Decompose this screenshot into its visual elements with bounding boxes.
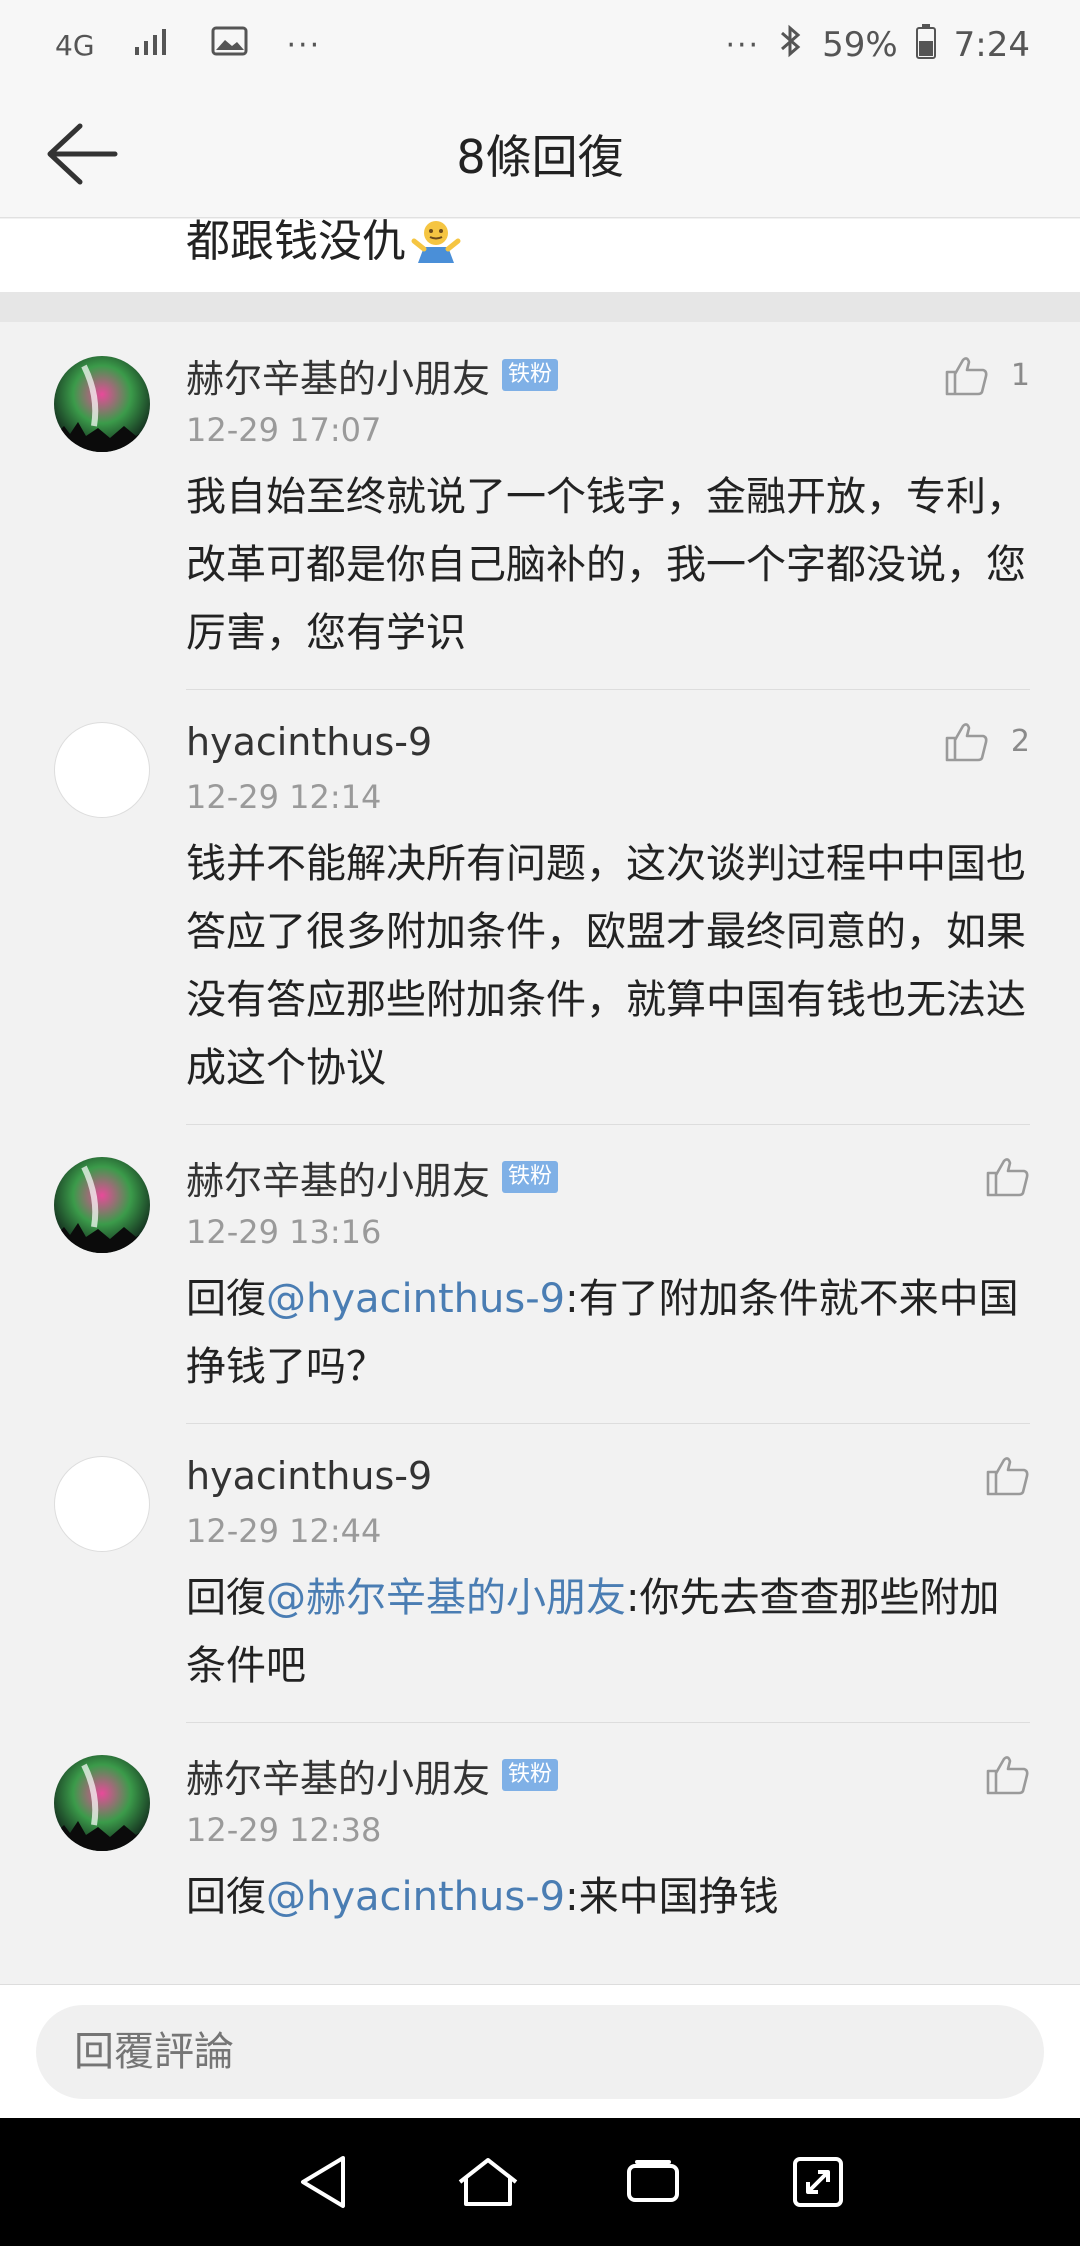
nav-recents-button[interactable] xyxy=(613,2142,693,2222)
timestamp: 12-29 13:16 xyxy=(186,1213,382,1251)
reply-body: 钱并不能解决所有问题，这次谈判过程中中国也答应了很多附加条件，欧盟才最终同意的，… xyxy=(186,841,1026,1091)
home-icon xyxy=(458,2158,517,2206)
reply-body: 我自始至终就说了一个钱字，金融开放，专利，改革可都是你自己脑补的，我一个字都没说… xyxy=(186,474,1026,656)
battery-icon xyxy=(915,23,936,68)
username[interactable]: hyacinthus-9 xyxy=(186,720,432,764)
shrug-emoji-icon xyxy=(410,219,462,269)
avatar[interactable] xyxy=(54,1755,150,1851)
like-button[interactable]: 1 xyxy=(943,352,1030,398)
timestamp: 12-29 12:14 xyxy=(186,778,382,816)
signal-icon xyxy=(133,25,173,66)
reply-item: 赫尔辛基的小朋友 铁粉 12-29 13:16 回復@hyacinthus-9:… xyxy=(0,1125,1080,1424)
avatar[interactable] xyxy=(54,1456,150,1552)
reply-item: 赫尔辛基的小朋友 铁粉 12-29 12:38 回復@hyacinthus-9:… xyxy=(0,1723,1080,1953)
thumbs-up-icon xyxy=(986,1756,1029,1795)
status-bar: 4G ··· ··· 59% 7:24 xyxy=(0,0,1080,90)
timestamp: 12-29 12:38 xyxy=(186,1811,382,1849)
reply-text: 回復@hyacinthus-9:有了附加条件就不来中国挣钱了吗？ xyxy=(186,1265,1030,1401)
username[interactable]: 赫尔辛基的小朋友 xyxy=(186,1748,490,1803)
mention-link[interactable]: @hyacinthus-9 xyxy=(266,1276,565,1322)
username[interactable]: 赫尔辛基的小朋友 xyxy=(186,1150,490,1205)
reply-body: :来中国挣钱 xyxy=(565,1874,779,1920)
status-dots-right: ··· xyxy=(725,27,761,63)
thumbs-up-icon xyxy=(945,723,988,762)
reply-prefix: 回復 xyxy=(186,1874,266,1920)
header: 8條回復 xyxy=(0,90,1080,218)
page-title: 8條回復 xyxy=(456,129,624,184)
like-button[interactable] xyxy=(984,1751,1030,1797)
avatar[interactable] xyxy=(54,1157,150,1253)
status-right: ··· 59% 7:24 xyxy=(725,23,1030,68)
like-count: 1 xyxy=(1010,357,1030,393)
reply-input[interactable] xyxy=(36,2005,1044,2099)
reply-item: hyacinthus-9 12-29 12:44 回復@赫尔辛基的小朋友:你先去… xyxy=(0,1424,1080,1723)
fan-badge: 铁粉 xyxy=(502,359,559,391)
like-button[interactable] xyxy=(984,1153,1030,1199)
thumbs-up-icon xyxy=(986,1158,1029,1197)
aurora-avatar-icon xyxy=(54,356,150,452)
like-button[interactable]: 2 xyxy=(943,718,1030,764)
like-count: 2 xyxy=(1010,723,1030,759)
reply-text: 回復@hyacinthus-9:来中国挣钱 xyxy=(186,1863,1030,1931)
aurora-avatar-icon xyxy=(54,1755,150,1851)
reply-list: 赫尔辛基的小朋友 铁粉 1 12-29 17:07 我自始至终就说了一个钱字，金… xyxy=(0,322,1080,1953)
thumbs-up-icon xyxy=(945,357,988,396)
timestamp: 12-29 12:44 xyxy=(186,1512,382,1550)
thumbs-up-icon xyxy=(986,1457,1029,1496)
root-comment-tail: 都跟钱没仇 xyxy=(0,219,1080,292)
reply-prefix: 回復 xyxy=(186,1276,266,1322)
avatar[interactable] xyxy=(54,722,150,818)
nav-back-button[interactable] xyxy=(283,2142,363,2222)
reply-item: hyacinthus-9 2 12-29 12:14 钱并不能解决所有问题，这次… xyxy=(0,690,1080,1125)
nav-home-button[interactable] xyxy=(448,2142,528,2222)
nav-expand-button[interactable] xyxy=(778,2142,858,2222)
status-dots-left: ··· xyxy=(286,27,322,63)
recents-icon xyxy=(626,2160,679,2202)
app-screen: 4G ··· ··· 59% 7:24 8條回復 都跟钱没仇 赫尔辛基的小朋友 … xyxy=(0,0,1080,2246)
reply-bar xyxy=(0,1984,1080,2118)
avatar[interactable] xyxy=(54,356,150,452)
system-nav-bar xyxy=(0,2118,1080,2246)
like-button[interactable] xyxy=(984,1452,1030,1498)
mention-link[interactable]: @hyacinthus-9 xyxy=(266,1874,565,1920)
image-icon xyxy=(211,25,249,66)
aurora-avatar-icon xyxy=(54,1157,150,1253)
clock: 7:24 xyxy=(953,25,1030,65)
mention-link[interactable]: @赫尔辛基的小朋友 xyxy=(266,1575,626,1621)
comment-thread[interactable]: 都跟钱没仇 赫尔辛基的小朋友 铁粉 1 12-29 17:07 我自始至终就说了… xyxy=(0,219,1080,1984)
reply-prefix: 回復 xyxy=(186,1575,266,1621)
reply-item: 赫尔辛基的小朋友 铁粉 1 12-29 17:07 我自始至终就说了一个钱字，金… xyxy=(0,322,1080,690)
root-comment-text: 都跟钱没仇 xyxy=(186,219,406,267)
battery-percent: 59% xyxy=(822,25,898,65)
expand-icon xyxy=(792,2157,843,2207)
back-arrow-icon xyxy=(47,123,118,185)
reply-text: 钱并不能解决所有问题，这次谈判过程中中国也答应了很多附加条件，欧盟才最终同意的，… xyxy=(186,830,1030,1102)
timestamp: 12-29 17:07 xyxy=(186,411,382,449)
reply-text: 我自始至终就说了一个钱字，金融开放，专利，改革可都是你自己脑补的，我一个字都没说… xyxy=(186,463,1030,667)
section-divider xyxy=(0,292,1080,322)
fan-badge: 铁粉 xyxy=(502,1161,559,1193)
bluetooth-icon xyxy=(778,23,804,68)
back-button[interactable] xyxy=(40,118,120,190)
username[interactable]: hyacinthus-9 xyxy=(186,1454,432,1498)
status-left: 4G ··· xyxy=(55,25,321,66)
reply-text: 回復@赫尔辛基的小朋友:你先去查查那些附加条件吧 xyxy=(186,1564,1030,1700)
username[interactable]: 赫尔辛基的小朋友 xyxy=(186,348,490,403)
triangle-back-icon xyxy=(300,2156,345,2208)
fan-badge: 铁粉 xyxy=(502,1759,559,1791)
network-indicator: 4G xyxy=(55,28,95,62)
